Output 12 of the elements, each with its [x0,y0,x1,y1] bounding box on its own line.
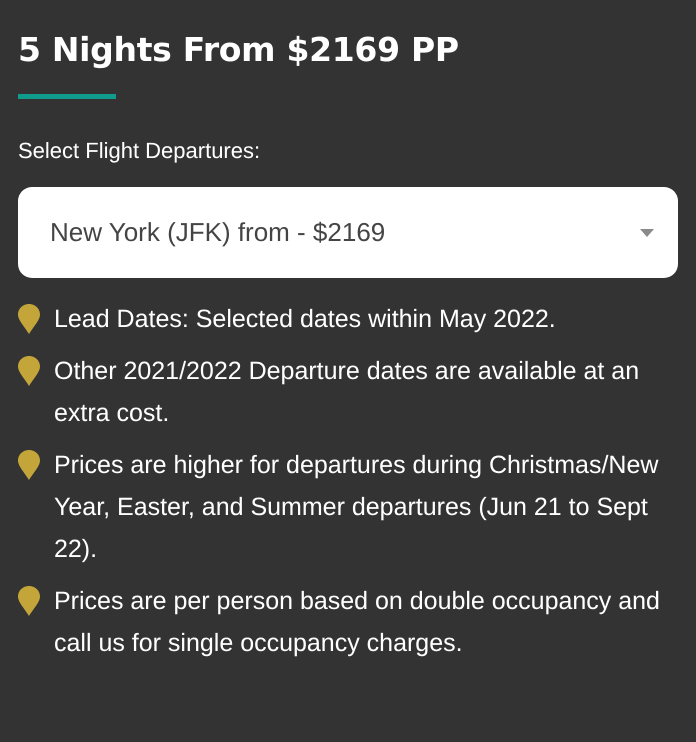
departure-dropdown[interactable]: New York (JFK) from - $2169 [18,187,678,278]
note-text: Lead Dates: Selected dates within May 2022. [54,304,556,335]
map-pin-icon [18,450,40,480]
note-text: Prices are higher for departures during Christmas/New Year, Easter, and Summer departures (Jun 21 to Sept 22). [54,450,660,565]
select-label: Select Flight Departures: [18,137,262,165]
note-text: Prices are per person based on double occupancy and call us for single occupancy charges. [54,586,661,659]
caret-icon [640,228,654,236]
note-text: Other 2021/2022 Departure dates are available at an extra cost. [54,356,640,429]
map-pin-icon [18,586,40,616]
price-heading: 5 Nights From $2169 PP [18,29,460,71]
map-pin-icon [18,304,40,334]
map-pin-icon [18,356,40,386]
